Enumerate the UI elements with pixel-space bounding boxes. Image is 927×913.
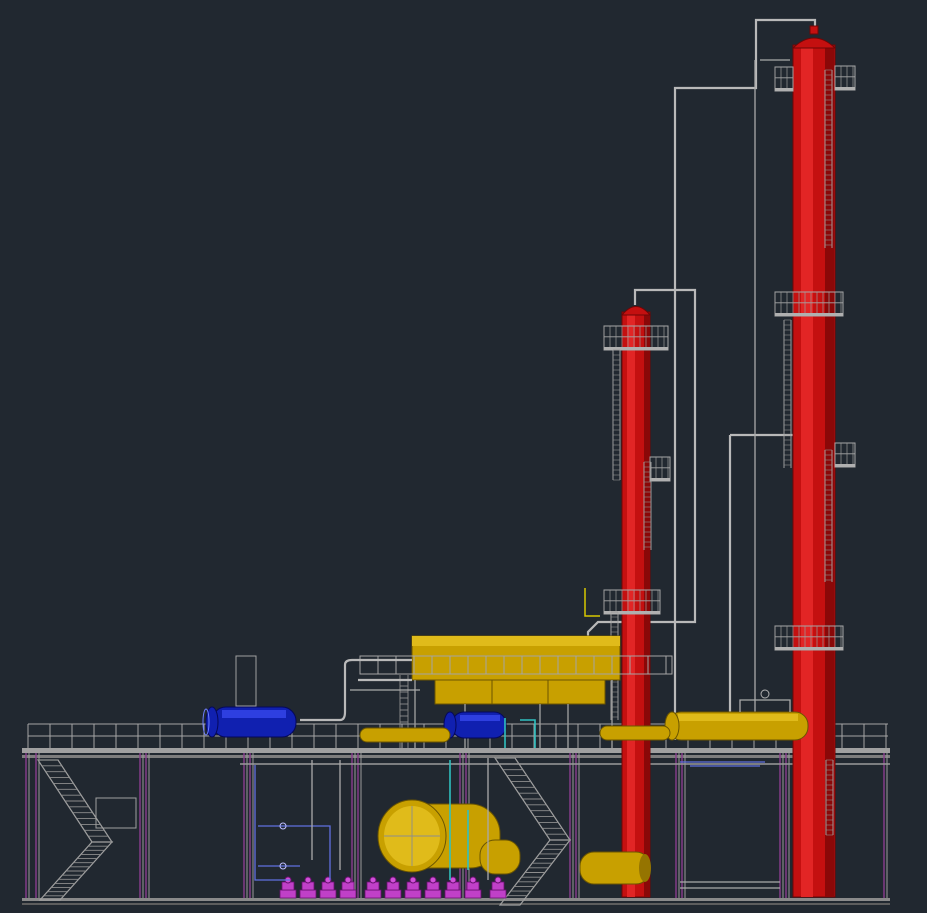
platform-floor [775,88,793,91]
pump-base [464,889,482,899]
platform-floor [775,647,843,650]
plant-elevation-view [0,0,927,913]
pump-base [489,889,507,899]
column-platform [774,66,794,92]
platform-floor [775,313,843,316]
pump-motor [304,876,312,884]
pump-motor [429,876,437,884]
pump-motor [494,876,502,884]
platform-floor [835,87,855,90]
drum-deck-small [359,725,671,743]
exchanger-left-ladder [235,655,257,707]
heat-exchanger-middle [443,711,507,739]
pump-base [339,889,357,899]
platform-floor [835,464,855,467]
process-plant-drawing [22,18,890,906]
column-platform [834,65,856,91]
pump-row [279,876,507,899]
pump-base [424,889,442,899]
rack-deck-beam-lower [22,755,890,758]
column-platform [649,456,671,482]
pump-base [279,889,297,899]
platform-floor [604,611,660,614]
pump-base [444,889,462,899]
pump-base [364,889,382,899]
platform-floor [604,347,668,350]
ground-line-lower [22,903,890,905]
pump-base [299,889,317,899]
rack-deck-beam [22,748,890,753]
stair-landing-left [95,797,137,829]
staircase-middle [493,757,572,906]
ground-line [22,898,890,901]
column-platform [834,442,856,468]
pump-motor [409,876,417,884]
pump-base [404,889,422,899]
platform-floor [650,478,670,481]
reflux-drum-right [664,689,809,741]
pump-base [384,889,402,899]
pump-motor [469,876,477,884]
pump-motor [449,876,457,884]
pump-base [319,889,337,899]
pump-motor [369,876,377,884]
horizontal-tank [377,799,651,885]
heat-exchanger-left [202,655,297,738]
staircase-left [36,759,137,901]
pump-motor [344,876,352,884]
pump-motor [389,876,397,884]
